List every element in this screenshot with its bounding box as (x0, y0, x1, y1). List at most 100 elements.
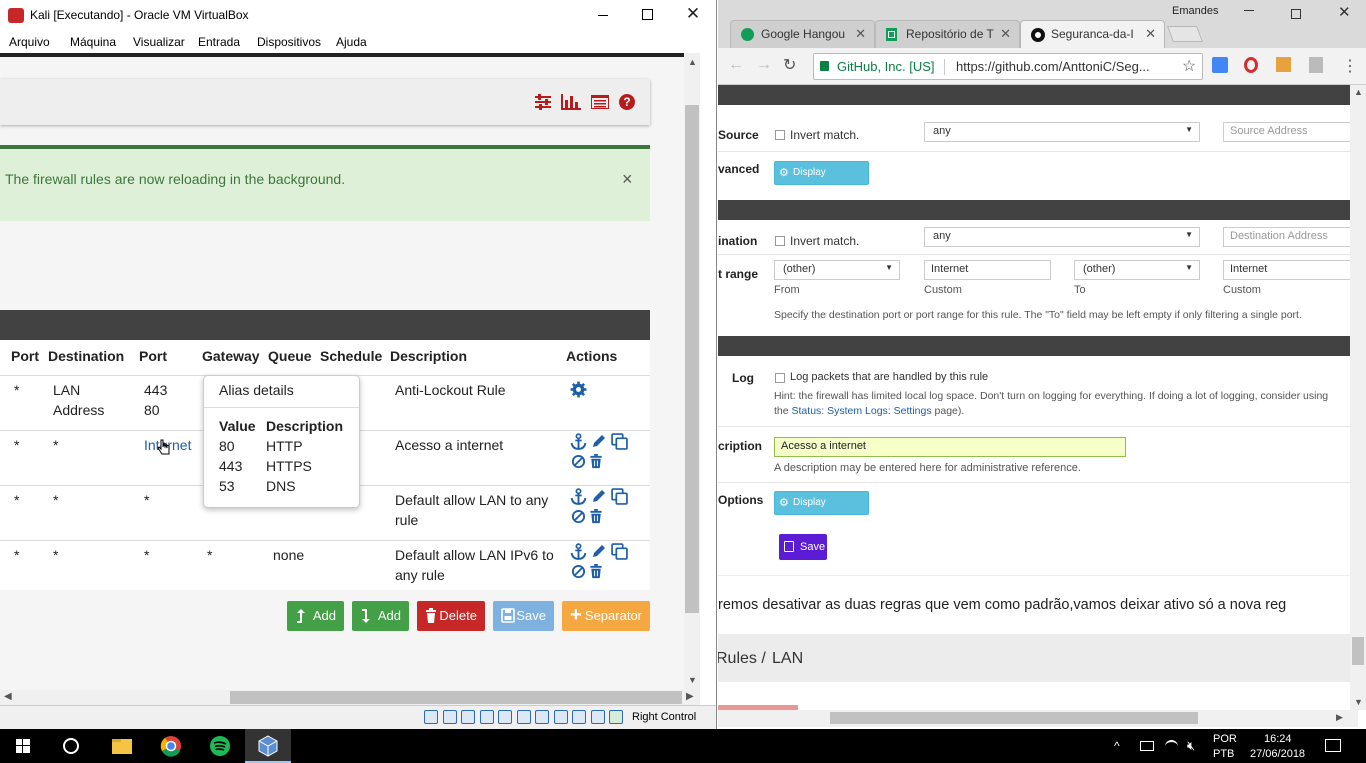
destination-select[interactable]: any ▼ (924, 227, 1200, 247)
address-bar[interactable]: GitHub, Inc. [US] https://github.com/Ant… (813, 53, 1203, 80)
chrome-horizontal-scrollbar[interactable]: ▶ (718, 710, 1358, 727)
shared-folder-icon[interactable] (479, 710, 494, 724)
th-gateway[interactable]: Gateway (202, 348, 260, 364)
reload-icon[interactable]: ↻ (783, 55, 796, 75)
menu-arquivo[interactable]: Arquivo (9, 35, 50, 49)
chrome-close-button[interactable]: ✕ (1338, 3, 1351, 21)
th-schedule[interactable]: Schedule (320, 348, 382, 364)
menu-entrada[interactable]: Entrada (198, 35, 240, 49)
pencil-edit-icon[interactable] (591, 543, 607, 559)
save-button[interactable]: Save (493, 601, 554, 631)
list-table-icon[interactable] (591, 95, 609, 109)
menu-ajuda[interactable]: Ajuda (336, 35, 367, 49)
network-icon[interactable] (516, 710, 531, 724)
sliders-icon[interactable] (534, 94, 552, 110)
tab-github-active[interactable]: Seguranca-da-I ✕ (1020, 20, 1165, 48)
disable-ban-icon[interactable] (571, 454, 586, 469)
table-row[interactable]: * * * * none Default allow LAN IPv6 to a… (0, 540, 650, 595)
scroll-up-arrow[interactable]: ▲ (1354, 87, 1363, 97)
input-layout[interactable]: PTB (1213, 748, 1234, 760)
chrome-menu-icon[interactable]: ⋮ (1342, 56, 1358, 76)
th-destination[interactable]: Destination (48, 348, 124, 364)
scroll-up-arrow[interactable]: ▲ (688, 57, 697, 67)
usb-icon[interactable] (461, 710, 475, 724)
input-language[interactable]: POR (1213, 733, 1237, 745)
chrome-taskbar-icon[interactable] (148, 729, 194, 763)
tab-close-icon[interactable]: ✕ (855, 26, 866, 42)
back-arrow-icon[interactable]: ← (728, 56, 744, 74)
chrome-maximize-button[interactable] (1291, 9, 1301, 19)
disable-ban-icon[interactable] (571, 564, 586, 579)
mouse-integration-icon[interactable] (572, 710, 586, 724)
spotify-icon[interactable] (197, 729, 243, 763)
h-scroll-thumb[interactable] (830, 712, 1198, 724)
scroll-down-arrow[interactable]: ▼ (1354, 697, 1363, 707)
destination-address-input[interactable]: Destination Address (1223, 227, 1353, 247)
copy-icon[interactable] (611, 488, 628, 505)
anchor-icon[interactable] (570, 488, 587, 505)
optical-drive-icon[interactable] (442, 710, 457, 724)
action-center-icon[interactable] (1325, 739, 1341, 752)
translate-icon[interactable] (1212, 57, 1228, 73)
tab-sheets[interactable]: Repositório de T ✕ (875, 20, 1020, 48)
trash-icon[interactable] (589, 509, 603, 524)
guest-horizontal-scrollbar[interactable]: ◀ ▶ (0, 690, 700, 705)
forward-arrow-icon[interactable]: → (756, 56, 772, 74)
source-select[interactable]: any ▼ (924, 122, 1200, 142)
copy-icon[interactable] (611, 433, 628, 450)
port-to-select[interactable]: (other) ▼ (1074, 260, 1200, 280)
pencil-edit-icon[interactable] (591, 433, 607, 449)
video-capture-icon[interactable] (535, 710, 549, 724)
clock-date[interactable]: 27/06/2018 (1250, 748, 1305, 760)
scroll-left-arrow[interactable]: ◀ (4, 691, 12, 702)
th-dest-port[interactable]: Port (139, 348, 167, 364)
gear-icon[interactable] (570, 381, 587, 398)
minimize-button[interactable] (590, 8, 616, 24)
pencil-edit-icon[interactable] (591, 488, 607, 504)
chrome-minimize-button[interactable] (1244, 10, 1254, 11)
disable-ban-icon[interactable] (571, 509, 586, 524)
cpu-icon[interactable] (590, 710, 605, 724)
clock-time[interactable]: 16:24 (1264, 733, 1292, 745)
copy-icon[interactable] (611, 543, 628, 560)
port-from-select[interactable]: (other) ▼ (774, 260, 900, 280)
volume-muted-icon[interactable]: 🔇︎ (1187, 738, 1195, 754)
cortana-search-icon[interactable] (48, 729, 94, 763)
log-checkbox[interactable] (775, 373, 785, 383)
delete-button[interactable]: Delete (417, 601, 485, 631)
hdd-icon[interactable] (424, 710, 438, 724)
battery-icon[interactable] (1140, 741, 1154, 751)
form-save-button[interactable]: Save (779, 534, 827, 560)
tab-close-icon[interactable]: ✕ (1145, 26, 1156, 42)
chrome-profile-name[interactable]: Emandes (1172, 5, 1218, 17)
file-explorer-icon[interactable] (99, 729, 145, 763)
scroll-right-arrow[interactable]: ▶ (1336, 712, 1343, 723)
system-logs-settings-link[interactable]: Status: System Logs: Settings (792, 405, 932, 417)
port-to-custom-input[interactable]: Internet (1223, 260, 1353, 280)
alert-close-icon[interactable]: × (622, 169, 633, 190)
th-description[interactable]: Description (390, 348, 467, 364)
source-address-input[interactable]: Source Address (1223, 122, 1353, 142)
menu-dispositivos[interactable]: Dispositivos (257, 35, 321, 49)
chrome-vertical-scrollbar[interactable]: ▲ ▼ (1350, 85, 1366, 710)
port-from-custom-input[interactable]: Internet (924, 260, 1051, 280)
anchor-icon[interactable] (570, 433, 587, 450)
guest-vertical-scrollbar[interactable]: ▲ ▼ (684, 53, 700, 690)
invert-match-checkbox[interactable] (775, 236, 785, 246)
menu-maquina[interactable]: Máquina (70, 35, 116, 49)
trash-icon[interactable] (589, 454, 603, 469)
add-top-button[interactable]: Add (287, 601, 344, 631)
h-scroll-thumb[interactable] (230, 691, 682, 704)
trash-icon[interactable] (589, 564, 603, 579)
add-bottom-button[interactable]: Add (352, 601, 409, 631)
scroll-thumb[interactable] (1352, 637, 1364, 665)
close-button[interactable]: ✕ (680, 4, 706, 24)
description-input[interactable]: Acesso a internet (774, 437, 1126, 457)
menu-visualizar[interactable]: Visualizar (133, 35, 185, 49)
scroll-right-arrow[interactable]: ▶ (686, 691, 694, 702)
th-queue[interactable]: Queue (268, 348, 312, 364)
extension-icon[interactable] (1276, 57, 1291, 72)
scroll-down-arrow[interactable]: ▼ (688, 675, 697, 685)
opera-icon[interactable] (1244, 57, 1258, 73)
help-icon[interactable]: ? (619, 94, 635, 110)
